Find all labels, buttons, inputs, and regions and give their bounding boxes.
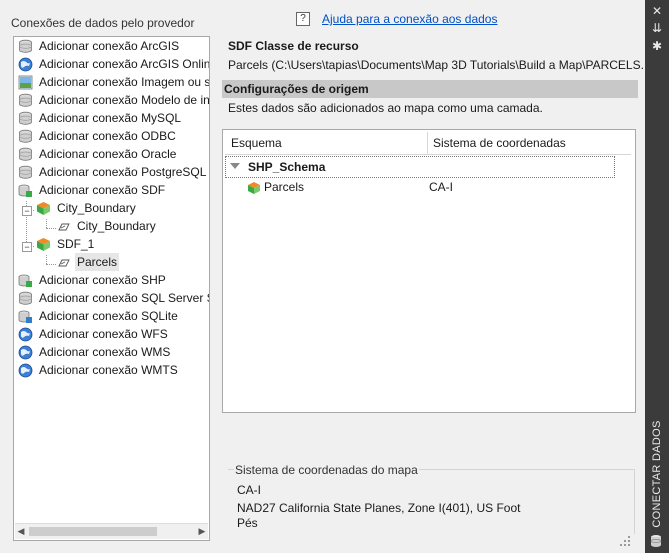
- tree-item-label: Adicionar conexão Modelo de informações: [39, 93, 210, 107]
- data-connect-window: Conexões de dados pelo provedor ? Ajuda …: [0, 0, 646, 553]
- pin-icon[interactable]: ⇊: [651, 22, 663, 34]
- database-icon: [18, 129, 33, 144]
- map-crs-title: Sistema de coordenadas do mapa: [234, 463, 419, 477]
- tree-item-label: Adicionar conexão WMS: [39, 345, 171, 359]
- schema-row[interactable]: SHP_Schema: [225, 156, 615, 178]
- source-settings-header: Configurações de origem: [222, 80, 638, 98]
- map-crs-group: Sistema de coordenadas do mapa CA-I NAD2…: [228, 463, 635, 534]
- row-crs: CA-I: [429, 180, 453, 194]
- schema-grid: Esquema Sistema de coordenadas SHP_Schem…: [222, 129, 636, 413]
- tree-connector-line: [46, 255, 48, 264]
- sqlite-icon: [18, 309, 33, 324]
- tree-item-label: Adicionar conexão MySQL: [39, 111, 182, 125]
- tree-item-label: SDF_1: [57, 237, 95, 251]
- sdf-icon: [18, 183, 33, 198]
- cube-icon: [248, 182, 260, 194]
- collapse-triangle-icon[interactable]: [230, 163, 240, 169]
- resize-grip-icon[interactable]: [616, 532, 632, 548]
- database-icon: [18, 165, 33, 180]
- database-icon: [18, 291, 33, 306]
- column-divider[interactable]: [427, 132, 428, 154]
- tree-item-label: Adicionar conexão PostgreSQL: [39, 165, 207, 179]
- map-crs-unit: Pés: [237, 516, 258, 530]
- database-icon: [18, 93, 33, 108]
- help-icon[interactable]: ?: [296, 12, 310, 26]
- resource-path: Parcels (C:\Users\tapias\Documents\Map 3…: [228, 58, 644, 72]
- tree-item-label: Adicionar conexão ArcGIS: [39, 39, 180, 53]
- tree-connector-line: [46, 219, 48, 228]
- provider-tree: Adicionar conexão ArcGIS Adicionar conexã…: [13, 36, 210, 541]
- globe-icon: [18, 327, 33, 342]
- database-icon: [18, 147, 33, 162]
- tree-connector-line: [46, 228, 56, 230]
- shp-icon: [18, 273, 33, 288]
- tree-item-label: City_Boundary: [77, 219, 156, 233]
- source-settings-title: Configurações de origem: [224, 82, 369, 96]
- globe-icon: [18, 57, 33, 72]
- database-icon: [18, 111, 33, 126]
- globe-icon: [18, 363, 33, 378]
- database-icon: [650, 535, 662, 547]
- tree-item-label: Adicionar conexão SQLite: [39, 309, 178, 323]
- map-crs-description: NAD27 California State Planes, Zone I(40…: [237, 501, 521, 515]
- collapse-toggle-icon[interactable]: −: [22, 242, 32, 252]
- globe-icon: [18, 345, 33, 360]
- row-name: Parcels: [264, 180, 305, 194]
- raster-icon: [18, 75, 33, 90]
- tree-item-label: Adicionar conexão ODBC: [39, 129, 176, 143]
- feature-class-icon: [56, 219, 71, 234]
- tree-item-label: Adicionar conexão Oracle: [39, 147, 177, 161]
- tree-connector-line: [46, 264, 56, 266]
- tree-item-label: Adicionar conexão SQL Server Spatial: [39, 291, 209, 305]
- column-header-crs[interactable]: Sistema de coordenadas: [433, 136, 566, 150]
- tree-item-label: Adicionar conexão Imagem ou superfície: [39, 75, 210, 89]
- collapse-toggle-icon[interactable]: −: [22, 206, 32, 216]
- tree-item-label: Adicionar conexão SHP: [39, 273, 166, 287]
- scroll-left-icon[interactable]: ◀: [16, 526, 26, 536]
- scroll-thumb[interactable]: [29, 527, 157, 536]
- palette-title-text: CONECTAR DADOS: [651, 420, 663, 528]
- help-area: ? Ajuda para a conexão aos dados: [296, 12, 497, 26]
- header-divider: [225, 154, 631, 155]
- tree-item-label: Parcels: [75, 253, 120, 271]
- cube-icon: [36, 201, 51, 216]
- provider-list-title: Conexões de dados pelo provedor: [11, 16, 195, 30]
- database-icon: [18, 39, 33, 54]
- schema-name: SHP_Schema: [248, 160, 326, 174]
- map-crs-code: CA-I: [237, 483, 261, 497]
- close-icon[interactable]: ✕: [651, 5, 663, 17]
- scroll-right-icon[interactable]: ▶: [197, 526, 207, 536]
- feature-class-icon: [56, 255, 71, 270]
- resource-title: SDF Classe de recurso: [228, 39, 359, 53]
- horizontal-scrollbar[interactable]: ◀ ▶: [15, 523, 208, 539]
- tree-item-label: Adicionar conexão ArcGIS Online: [39, 57, 210, 71]
- tree-item-label: Adicionar conexão WFS: [39, 327, 168, 341]
- settings-icon[interactable]: ✱: [651, 40, 663, 52]
- source-settings-description: Estes dados são adicionados ao mapa como…: [228, 101, 543, 115]
- tree-item-label: Adicionar conexão SDF: [39, 183, 166, 197]
- tree-item-label: City_Boundary: [57, 201, 136, 215]
- palette-title: CONECTAR DADOS: [645, 420, 669, 530]
- cube-icon: [36, 237, 51, 252]
- column-header-schema[interactable]: Esquema: [231, 136, 282, 150]
- help-link[interactable]: Ajuda para a conexão aos dados: [322, 12, 497, 26]
- tree-item-label: Adicionar conexão WMTS: [39, 363, 178, 377]
